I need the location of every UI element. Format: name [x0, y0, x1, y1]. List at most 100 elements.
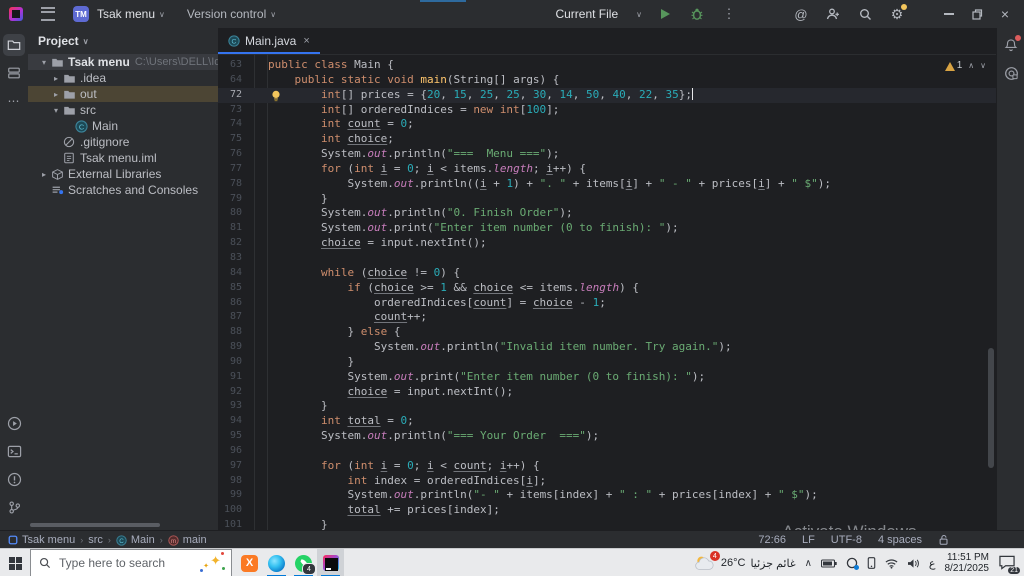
phone-icon[interactable]	[867, 557, 876, 569]
search-highlights-icon[interactable]: ✦ ✦	[200, 552, 225, 572]
chevron-expanded-icon[interactable]: ▾	[50, 106, 62, 115]
debug-button[interactable]	[688, 5, 706, 23]
project-badge[interactable]: TM	[73, 6, 89, 22]
code-line-84[interactable]: 84 while (choice != 0) {	[218, 266, 996, 281]
taskbar-app-edge[interactable]	[263, 549, 290, 576]
breadcrumb-item-main[interactable]: m main	[168, 534, 207, 546]
code-view[interactable]: 63 public class Main {64 public static vo…	[218, 55, 996, 530]
code-line-74[interactable]: 74 int count = 0;	[218, 117, 996, 132]
code-line-75[interactable]: 75 int choice;	[218, 132, 996, 147]
code-line-94[interactable]: 94 int total = 0;	[218, 414, 996, 429]
tree-item--idea[interactable]: ▸ .idea	[28, 70, 218, 86]
problems-tool-button[interactable]	[3, 468, 25, 490]
structure-tool-button[interactable]	[3, 62, 25, 84]
action-center-button[interactable]: 21	[998, 554, 1020, 574]
run-button[interactable]	[656, 5, 674, 23]
project-tool-button[interactable]	[3, 34, 25, 56]
code-line-83[interactable]: 83	[218, 251, 996, 266]
weather-widget[interactable]: 4 26°C غائم جزئيا	[694, 551, 796, 571]
project-panel-header[interactable]: Project ∨	[28, 28, 218, 54]
code-line-72[interactable]: 72 int[] prices = {20, 15, 25, 25, 30, 1…	[218, 87, 996, 103]
code-line-91[interactable]: 91 System.out.print("Enter item number (…	[218, 370, 996, 385]
terminal-tool-button[interactable]	[3, 440, 25, 462]
code-line-88[interactable]: 88 } else {	[218, 325, 996, 340]
code-line-81[interactable]: 81 System.out.print("Enter item number (…	[218, 221, 996, 236]
keyboard-language-indicator[interactable]: ع	[929, 557, 936, 570]
project-horizontal-scrollbar[interactable]	[30, 523, 160, 527]
code-line-82[interactable]: 82 choice = input.nextInt();	[218, 236, 996, 251]
code-line-79[interactable]: 79 }	[218, 192, 996, 207]
breadcrumb-item-tsak-menu[interactable]: Tsak menu	[8, 534, 75, 546]
ai-assistant-icon[interactable]: @	[792, 5, 810, 23]
run-config-dropdown[interactable]: Current File	[555, 7, 618, 21]
indent-style[interactable]: 4 spaces	[878, 534, 922, 546]
code-line-100[interactable]: 100 total += prices[index];	[218, 503, 996, 518]
tree-item-tsak-menu[interactable]: ▾ Tsak menu C:\Users\DELL\IdeaProje	[28, 54, 218, 70]
tree-item-external-libraries[interactable]: ▸ External Libraries	[28, 166, 218, 182]
restore-button[interactable]	[970, 8, 984, 20]
breadcrumb-item-src[interactable]: src	[88, 534, 103, 546]
more-actions-button[interactable]: ⋮	[720, 5, 738, 23]
run-tool-button[interactable]	[3, 412, 25, 434]
chevron-collapsed-icon[interactable]: ▸	[50, 74, 62, 83]
code-line-98[interactable]: 98 int index = orderedIndices[i];	[218, 474, 996, 489]
code-line-63[interactable]: 63 public class Main {	[218, 58, 996, 73]
vcs-dropdown[interactable]: Version control	[187, 7, 266, 21]
tray-expand-icon[interactable]: ∧	[805, 558, 812, 569]
settings-button[interactable]: ⚙	[888, 4, 907, 23]
caret-position[interactable]: 72:66	[758, 534, 786, 546]
tree-item-src[interactable]: ▾ src	[28, 102, 218, 118]
editor-vertical-scrollbar[interactable]	[988, 348, 994, 468]
chevron-expanded-icon[interactable]: ▾	[38, 58, 50, 67]
chevron-collapsed-icon[interactable]: ▸	[50, 90, 62, 99]
notifications-button[interactable]	[1000, 34, 1022, 56]
chevron-collapsed-icon[interactable]: ▸	[38, 170, 50, 179]
code-line-77[interactable]: 77 for (int i = 0; i < items.length; i++…	[218, 162, 996, 177]
code-line-95[interactable]: 95 System.out.println("=== Your Order ==…	[218, 429, 996, 444]
code-line-73[interactable]: 73 int[] orderedIndices = new int[100];	[218, 103, 996, 118]
code-line-85[interactable]: 85 if (choice >= 1 && choice <= items.le…	[218, 281, 996, 296]
code-line-89[interactable]: 89 System.out.println("Invalid item numb…	[218, 340, 996, 355]
volume-icon[interactable]	[907, 558, 920, 569]
code-line-86[interactable]: 86 orderedIndices[count] = choice - 1;	[218, 296, 996, 311]
ai-assistant-tool-button[interactable]	[1000, 62, 1022, 84]
wifi-icon[interactable]	[885, 558, 898, 569]
intention-bulb-icon[interactable]	[271, 90, 281, 102]
main-menu-icon[interactable]	[41, 7, 55, 21]
code-line-99[interactable]: 99 System.out.println("- " + items[index…	[218, 488, 996, 503]
taskbar-app-intellij[interactable]	[317, 549, 344, 576]
more-tool-windows-button[interactable]: ⋯	[3, 90, 25, 112]
tree-item-scratches-and-consoles[interactable]: Scratches and Consoles	[28, 182, 218, 198]
inspections-widget[interactable]: 1 ∧ ∨	[944, 60, 986, 71]
close-icon[interactable]: ×	[303, 35, 309, 47]
code-line-64[interactable]: 64 public static void main(String[] args…	[218, 73, 996, 88]
code-line-92[interactable]: 92 choice = input.nextInt();	[218, 385, 996, 400]
code-line-90[interactable]: 90 }	[218, 355, 996, 370]
taskbar-app-whatsapp[interactable]: 4	[290, 549, 317, 576]
code-line-97[interactable]: 97 for (int i = 0; i < count; i++) {	[218, 459, 996, 474]
battery-icon[interactable]	[820, 558, 837, 568]
taskbar-search-input[interactable]: Type here to search ✦ ✦	[30, 549, 232, 576]
tree-item-tsak-menu-iml[interactable]: Tsak menu.iml	[28, 150, 218, 166]
code-line-93[interactable]: 93 }	[218, 399, 996, 414]
audio-device-icon[interactable]	[846, 557, 859, 570]
next-problem-icon[interactable]: ∨	[980, 61, 986, 70]
start-button[interactable]	[0, 549, 30, 576]
tab-main-java[interactable]: C Main.java ×	[218, 28, 320, 54]
tree-item-out[interactable]: ▸ out	[28, 86, 218, 102]
code-line-78[interactable]: 78 System.out.println((i + 1) + ". " + i…	[218, 177, 996, 192]
code-line-87[interactable]: 87 count++;	[218, 310, 996, 325]
tree-item-main[interactable]: C Main	[28, 118, 218, 134]
code-line-76[interactable]: 76 System.out.println("=== Menu ===");	[218, 147, 996, 162]
taskbar-clock[interactable]: 11:51 PM 8/21/2025	[945, 552, 990, 574]
breadcrumb-item-main[interactable]: C Main	[116, 534, 155, 546]
code-line-96[interactable]: 96	[218, 444, 996, 459]
search-everywhere-button[interactable]	[856, 5, 874, 23]
minimize-button[interactable]	[942, 13, 956, 15]
prev-problem-icon[interactable]: ∧	[968, 61, 974, 70]
unlock-icon[interactable]	[938, 534, 950, 546]
tree-item--gitignore[interactable]: .gitignore	[28, 134, 218, 150]
file-encoding[interactable]: UTF-8	[831, 534, 862, 546]
close-button[interactable]: ×	[998, 6, 1012, 22]
code-with-me-button[interactable]	[824, 5, 842, 23]
